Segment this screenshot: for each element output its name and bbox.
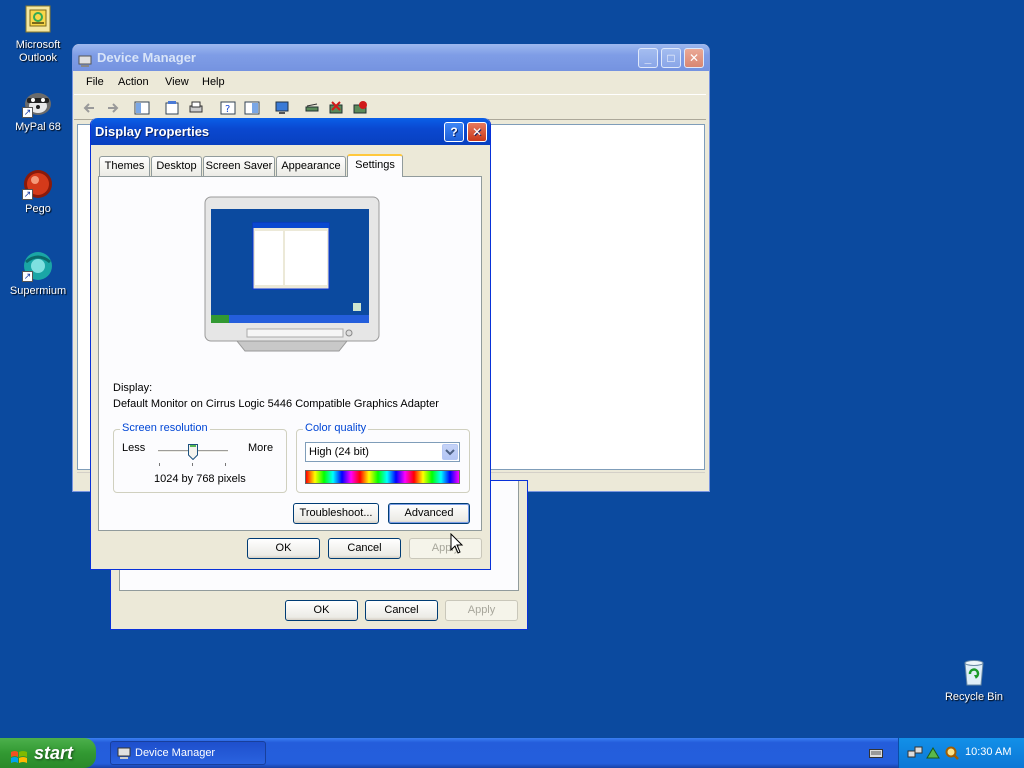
display-properties-titlebar[interactable]: Display Properties ? ✕ bbox=[91, 118, 490, 145]
display-value: Default Monitor on Cirrus Logic 5446 Com… bbox=[113, 398, 439, 410]
maximize-button[interactable]: □ bbox=[661, 48, 681, 68]
device-manager-titlebar[interactable]: Device Manager _ □ ✕ bbox=[73, 44, 709, 71]
shortcut-arrow-icon: ↗ bbox=[22, 107, 33, 118]
slider-tick bbox=[225, 463, 226, 466]
tab-desktop[interactable]: Desktop bbox=[151, 156, 202, 176]
scan-hardware-icon[interactable] bbox=[304, 100, 320, 116]
desktop-icon-label: MyPal 68 bbox=[15, 121, 61, 133]
desktop-icon-label: Microsoft bbox=[15, 39, 61, 51]
chevron-down-icon[interactable] bbox=[442, 444, 458, 460]
tab-appearance[interactable]: Appearance bbox=[276, 156, 346, 176]
back-cancel-button[interactable]: Cancel bbox=[365, 600, 438, 621]
device-manager-task-icon bbox=[117, 746, 131, 760]
safely-remove-icon[interactable] bbox=[925, 745, 941, 761]
device-manager-title: Device Manager bbox=[97, 50, 196, 65]
show-hide-tree-icon[interactable] bbox=[134, 100, 150, 116]
resolution-slider[interactable] bbox=[158, 444, 228, 466]
display-properties-title: Display Properties bbox=[95, 124, 210, 139]
back-ok-button[interactable]: OK bbox=[285, 600, 358, 621]
recycle-bin-icon bbox=[958, 656, 990, 688]
apply-button[interactable]: Apply bbox=[409, 538, 482, 559]
shortcut-arrow-icon: ↗ bbox=[22, 271, 33, 282]
mypal-icon: ↗ bbox=[22, 86, 54, 118]
taskbar: start Device Manager 10:30 AM bbox=[0, 738, 1024, 768]
desktop-icon-recycle-bin[interactable]: Recycle Bin bbox=[936, 656, 1012, 704]
device-manager-app-icon bbox=[78, 50, 92, 67]
properties-icon[interactable] bbox=[164, 100, 180, 116]
color-quality-value: High (24 bit) bbox=[309, 446, 369, 458]
system-tray: 10:30 AM bbox=[898, 738, 1024, 768]
back-apply-button[interactable]: Apply bbox=[445, 600, 518, 621]
menu-help[interactable]: Help bbox=[202, 76, 225, 88]
print-icon[interactable] bbox=[188, 100, 204, 116]
toolbar: ? bbox=[74, 94, 706, 120]
back-arrow-icon[interactable] bbox=[82, 100, 98, 116]
search-icon[interactable] bbox=[944, 745, 960, 761]
keyboard-icon[interactable] bbox=[869, 747, 883, 759]
taskbar-button-label: Device Manager bbox=[135, 747, 216, 759]
svg-text:?: ? bbox=[225, 104, 230, 115]
resolution-more-label: More bbox=[248, 442, 274, 454]
monitor-preview bbox=[203, 195, 381, 355]
disable-device-icon[interactable] bbox=[352, 100, 368, 116]
display-properties-window: Display Properties ? ✕ Themes Desktop Sc… bbox=[90, 118, 491, 570]
desktop-icon-label: Supermium bbox=[9, 285, 67, 297]
settings-panel: Display: Default Monitor on Cirrus Logic… bbox=[98, 176, 482, 531]
slider-tick bbox=[192, 463, 193, 466]
close-button[interactable]: ✕ bbox=[467, 122, 487, 142]
desktop-icon-mypal[interactable]: ↗ MyPal 68 bbox=[0, 86, 76, 134]
menu-view[interactable]: View bbox=[165, 76, 189, 88]
windows-logo-icon bbox=[10, 745, 28, 763]
ok-button[interactable]: OK bbox=[247, 538, 320, 559]
slider-tick bbox=[159, 463, 160, 466]
tab-settings[interactable]: Settings bbox=[347, 154, 403, 177]
desktop-icon-outlook[interactable]: Microsoft Outlook bbox=[0, 4, 76, 65]
screen-resolution-group: Screen resolution Less More 1024 by 768 … bbox=[113, 422, 287, 493]
start-label: start bbox=[34, 743, 74, 763]
tab-screen-saver[interactable]: Screen Saver bbox=[203, 156, 275, 176]
advanced-button[interactable]: Advanced bbox=[388, 503, 470, 524]
supermium-icon: ↗ bbox=[22, 250, 54, 282]
taskbar-button-device-manager[interactable]: Device Manager bbox=[110, 741, 266, 765]
pego-icon: ↗ bbox=[22, 168, 54, 200]
start-button[interactable]: start bbox=[0, 738, 96, 768]
desktop-icon-pego[interactable]: ↗ Pego bbox=[0, 168, 76, 216]
screen-resolution-label: Screen resolution bbox=[120, 422, 210, 434]
network-icon[interactable] bbox=[907, 745, 923, 761]
minimize-button[interactable]: _ bbox=[638, 48, 658, 68]
menu-action[interactable]: Action bbox=[118, 76, 149, 88]
color-quality-group: Color quality High (24 bit) bbox=[296, 422, 470, 493]
tab-themes[interactable]: Themes bbox=[99, 156, 150, 176]
cancel-button[interactable]: Cancel bbox=[328, 538, 401, 559]
uninstall-icon[interactable] bbox=[328, 100, 344, 116]
desktop-icon-label: Pego bbox=[25, 203, 51, 215]
shortcut-arrow-icon: ↗ bbox=[22, 189, 33, 200]
desktop-icon-supermium[interactable]: ↗ Supermium bbox=[0, 250, 76, 298]
desktop-icon-label: Recycle Bin bbox=[944, 691, 1004, 703]
resolution-less-label: Less bbox=[122, 442, 146, 454]
outlook-icon bbox=[22, 4, 54, 36]
troubleshoot-button[interactable]: Troubleshoot... bbox=[293, 503, 379, 524]
action-view-icon[interactable] bbox=[244, 100, 260, 116]
computer-icon[interactable] bbox=[274, 100, 290, 116]
forward-arrow-icon[interactable] bbox=[104, 100, 120, 116]
color-quality-label: Color quality bbox=[303, 422, 369, 434]
desktop-icon-label: Outlook bbox=[19, 52, 57, 64]
resolution-value: 1024 by 768 pixels bbox=[154, 473, 246, 485]
mouse-cursor-icon bbox=[450, 532, 464, 555]
menu-bar: File Action View Help bbox=[74, 72, 706, 94]
slider-thumb[interactable] bbox=[188, 444, 198, 461]
display-label: Display: bbox=[113, 382, 153, 394]
menu-file[interactable]: File bbox=[86, 76, 104, 88]
help-button[interactable]: ? bbox=[444, 122, 464, 142]
close-button[interactable]: ✕ bbox=[684, 48, 704, 68]
color-spectrum-bar bbox=[305, 470, 460, 484]
color-quality-select[interactable]: High (24 bit) bbox=[305, 442, 460, 462]
clock[interactable]: 10:30 AM bbox=[965, 746, 1011, 758]
help-icon[interactable]: ? bbox=[220, 100, 236, 116]
